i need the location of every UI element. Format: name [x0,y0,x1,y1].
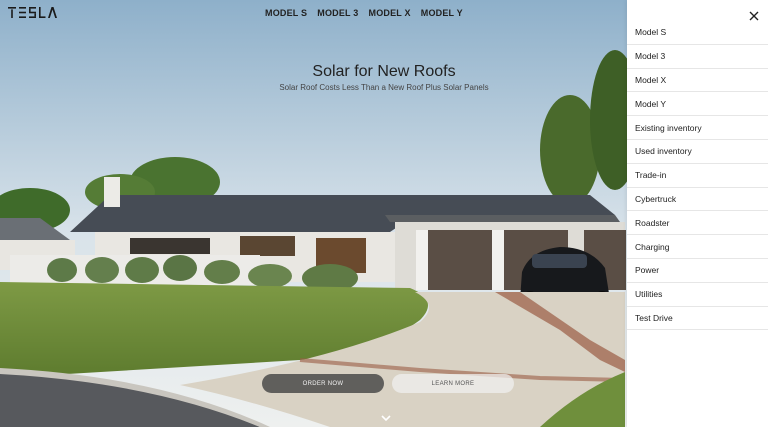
menu-item-existing-inventory[interactable]: Existing inventory [627,116,768,140]
order-now-button[interactable]: ORDER NOW [262,374,384,393]
menu-item-model-3[interactable]: Model 3 [627,45,768,69]
menu-item-charging[interactable]: Charging [627,235,768,259]
top-nav: MODEL S MODEL 3 MODEL X MODEL Y [265,8,463,18]
menu-item-model-s[interactable]: Model S [627,21,768,45]
menu-item-utilities[interactable]: Utilities [627,283,768,307]
close-icon[interactable] [748,9,760,21]
menu-item-power[interactable]: Power [627,259,768,283]
menu-item-roadster[interactable]: Roadster [627,211,768,236]
side-menu-panel: Model S Model 3 Model X Model Y Existing… [627,0,768,427]
side-menu-list: Model S Model 3 Model X Model Y Existing… [627,21,768,331]
menu-item-model-x[interactable]: Model X [627,69,768,93]
menu-item-used-inventory[interactable]: Used inventory [627,140,768,164]
menu-item-model-y[interactable]: Model Y [627,92,768,117]
menu-item-cybertruck[interactable]: Cybertruck [627,188,768,212]
menu-item-test-drive[interactable]: Test Drive [627,307,768,331]
menu-item-trade-in[interactable]: Trade-in [627,164,768,188]
nav-model-x[interactable]: MODEL X [369,8,411,18]
nav-model-3[interactable]: MODEL 3 [317,8,358,18]
nav-model-s[interactable]: MODEL S [265,8,307,18]
tesla-logo-icon [8,7,57,18]
learn-more-button[interactable]: LEARN MORE [392,374,514,393]
nav-model-y[interactable]: MODEL Y [421,8,463,18]
